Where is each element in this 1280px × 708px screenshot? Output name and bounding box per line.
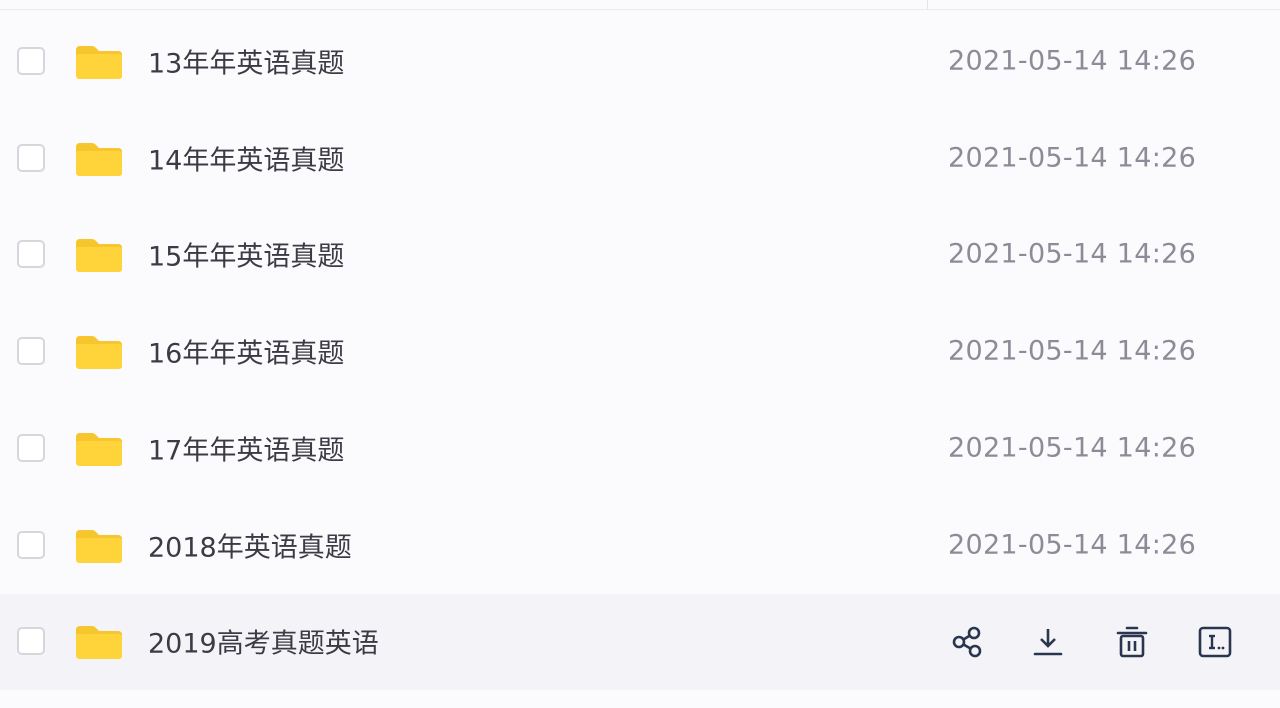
download-icon[interactable] [1031,625,1065,659]
modified-date: 2021-05-14 14:26 [948,142,1197,174]
modified-date: 2021-05-14 14:26 [948,335,1197,367]
folder-icon[interactable] [74,334,124,370]
file-name[interactable]: 17年年英语真题 [148,428,344,467]
file-row[interactable]: 17年年英语真题 2021-05-14 14:26 [0,401,1280,497]
column-divider[interactable] [927,0,928,10]
file-row[interactable]: 13年年英语真题 2021-05-14 14:26 [0,14,1280,110]
file-row[interactable]: 2019高考真题英语 [0,594,1280,691]
folder-icon[interactable] [74,141,124,177]
file-name[interactable]: 13年年英语真题 [148,42,344,81]
modified-date: 2021-05-14 14:26 [948,432,1197,464]
file-list: 13年年英语真题 2021-05-14 14:26 14年年英语真题 2021-05-… [0,0,1280,708]
row-checkbox[interactable] [17,337,45,366]
file-name[interactable]: 14年年英语真题 [148,138,344,177]
folder-icon[interactable] [74,237,124,273]
list-header [0,0,1280,10]
folder-icon[interactable] [74,431,124,467]
row-checkbox[interactable] [17,240,45,269]
delete-icon[interactable] [1115,625,1149,659]
modified-date: 2021-05-14 14:26 [948,45,1197,77]
row-checkbox[interactable] [17,433,45,462]
rename-icon[interactable] [1198,625,1232,659]
row-checkbox[interactable] [17,143,45,172]
folder-icon[interactable] [74,44,124,80]
file-row[interactable]: 2018年英语真题 2021-05-14 14:26 [0,498,1280,594]
file-name[interactable]: 2018年英语真题 [148,525,352,564]
row-actions [0,594,1280,690]
file-name[interactable]: 15年年英语真题 [148,235,344,274]
file-row[interactable]: 15年年英语真题 2021-05-14 14:26 [0,207,1280,303]
file-name[interactable]: 16年年英语真题 [148,332,344,371]
share-icon[interactable] [950,625,984,659]
modified-date: 2021-05-14 14:26 [948,238,1197,270]
row-checkbox[interactable] [17,47,45,75]
folder-icon[interactable] [74,528,124,564]
file-row[interactable]: 16年年英语真题 2021-05-14 14:26 [0,304,1280,400]
file-row[interactable]: 14年年英语真题 2021-05-14 14:26 [0,111,1280,207]
modified-date: 2021-05-14 14:26 [948,529,1197,560]
row-checkbox[interactable] [17,530,45,559]
